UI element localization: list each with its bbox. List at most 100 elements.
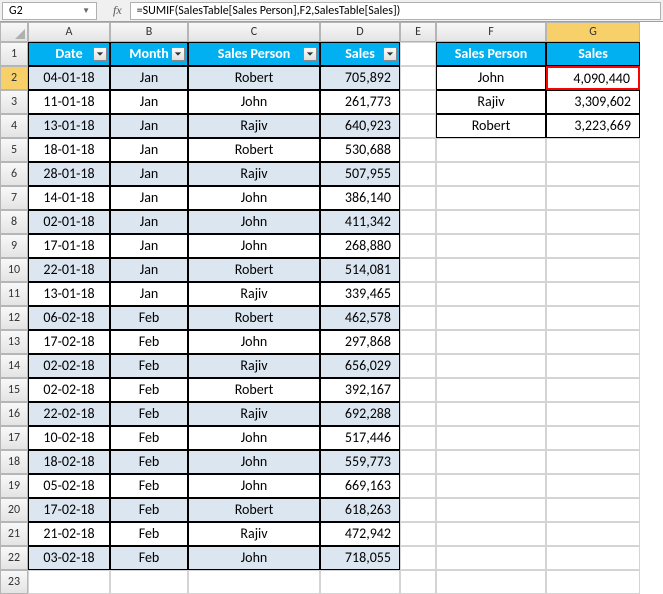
empty-cell[interactable] <box>436 522 546 546</box>
formula-bar[interactable]: =SUMIF(SalesTable[Sales Person],F2,Sales… <box>130 2 661 20</box>
table-cell[interactable]: Rajiv <box>188 522 320 546</box>
table-cell[interactable]: 18-01-18 <box>28 138 110 162</box>
table-cell[interactable]: Feb <box>110 402 188 426</box>
table-cell[interactable]: John <box>188 186 320 210</box>
table-cell[interactable]: 02-02-18 <box>28 378 110 402</box>
table-cell[interactable]: 692,288 <box>320 402 400 426</box>
row-header-3[interactable]: 3 <box>0 90 28 114</box>
table-cell[interactable]: 28-01-18 <box>28 162 110 186</box>
empty-cell[interactable] <box>436 282 546 306</box>
table-cell[interactable]: Jan <box>110 186 188 210</box>
empty-cell[interactable] <box>400 258 436 282</box>
select-all-corner[interactable] <box>0 22 28 42</box>
row-header-23[interactable]: 23 <box>0 570 28 594</box>
empty-cell[interactable] <box>546 354 640 378</box>
table-cell[interactable]: John <box>188 330 320 354</box>
empty-cell[interactable] <box>400 450 436 474</box>
empty-cell[interactable] <box>546 186 640 210</box>
row-header-7[interactable]: 7 <box>0 186 28 210</box>
column-header-A[interactable]: A <box>28 22 110 42</box>
row-header-10[interactable]: 10 <box>0 258 28 282</box>
name-box[interactable]: G2 ▼ <box>2 2 97 20</box>
empty-cell[interactable] <box>188 570 320 594</box>
empty-cell[interactable] <box>436 354 546 378</box>
empty-cell[interactable] <box>436 162 546 186</box>
table-cell[interactable]: Jan <box>110 90 188 114</box>
table-cell[interactable]: Rajiv <box>188 114 320 138</box>
table-cell[interactable]: 17-02-18 <box>28 498 110 522</box>
column-header-B[interactable]: B <box>110 22 188 42</box>
spreadsheet-grid[interactable]: ABCDEFG1DateMonthSales PersonSalesSales … <box>0 22 663 594</box>
table-cell[interactable]: 22-01-18 <box>28 258 110 282</box>
filter-dropdown-icon[interactable] <box>93 47 107 61</box>
empty-cell[interactable] <box>400 138 436 162</box>
empty-cell[interactable] <box>546 282 640 306</box>
table-cell[interactable]: 462,578 <box>320 306 400 330</box>
empty-cell[interactable] <box>436 570 546 594</box>
table-cell[interactable]: Rajiv <box>188 354 320 378</box>
empty-cell[interactable] <box>436 402 546 426</box>
empty-cell[interactable] <box>436 450 546 474</box>
empty-cell[interactable] <box>400 546 436 570</box>
empty-cell[interactable] <box>400 402 436 426</box>
table-cell[interactable]: Feb <box>110 378 188 402</box>
empty-cell[interactable] <box>400 306 436 330</box>
table-cell[interactable]: Feb <box>110 354 188 378</box>
empty-cell[interactable] <box>436 306 546 330</box>
table-cell[interactable]: Feb <box>110 426 188 450</box>
empty-cell[interactable] <box>546 138 640 162</box>
filter-dropdown-icon[interactable] <box>383 47 397 61</box>
row-header-21[interactable]: 21 <box>0 522 28 546</box>
table-cell[interactable]: 718,055 <box>320 546 400 570</box>
row-header-20[interactable]: 20 <box>0 498 28 522</box>
row-header-12[interactable]: 12 <box>0 306 28 330</box>
table-cell[interactable]: 705,892 <box>320 66 400 90</box>
table-cell[interactable]: Feb <box>110 306 188 330</box>
empty-cell[interactable] <box>436 210 546 234</box>
summary-cell[interactable]: Rajiv <box>436 90 546 114</box>
table-cell[interactable]: 06-02-18 <box>28 306 110 330</box>
table-cell[interactable]: 507,955 <box>320 162 400 186</box>
table-cell[interactable]: 297,868 <box>320 330 400 354</box>
table-cell[interactable]: 656,029 <box>320 354 400 378</box>
empty-cell[interactable] <box>436 378 546 402</box>
column-header-C[interactable]: C <box>188 22 320 42</box>
empty-cell[interactable] <box>400 114 436 138</box>
empty-cell[interactable] <box>546 306 640 330</box>
table-cell[interactable]: Rajiv <box>188 282 320 306</box>
table-header-sales-person[interactable]: Sales Person <box>188 42 320 66</box>
table-cell[interactable]: John <box>188 474 320 498</box>
table-cell[interactable]: Robert <box>188 306 320 330</box>
empty-cell[interactable] <box>400 522 436 546</box>
empty-cell[interactable] <box>546 426 640 450</box>
table-cell[interactable]: John <box>188 210 320 234</box>
table-cell[interactable]: Feb <box>110 546 188 570</box>
table-cell[interactable]: 04-01-18 <box>28 66 110 90</box>
empty-cell[interactable] <box>436 330 546 354</box>
column-header-E[interactable]: E <box>400 22 436 42</box>
row-header-6[interactable]: 6 <box>0 162 28 186</box>
table-cell[interactable]: John <box>188 234 320 258</box>
table-cell[interactable]: 17-01-18 <box>28 234 110 258</box>
table-cell[interactable]: 02-01-18 <box>28 210 110 234</box>
empty-cell[interactable] <box>546 450 640 474</box>
column-header-D[interactable]: D <box>320 22 400 42</box>
table-cell[interactable]: Jan <box>110 282 188 306</box>
row-header-19[interactable]: 19 <box>0 474 28 498</box>
table-cell[interactable]: Jan <box>110 258 188 282</box>
empty-cell[interactable] <box>400 42 436 66</box>
empty-cell[interactable] <box>546 546 640 570</box>
row-header-22[interactable]: 22 <box>0 546 28 570</box>
empty-cell[interactable] <box>546 234 640 258</box>
table-cell[interactable]: Jan <box>110 210 188 234</box>
table-cell[interactable]: Jan <box>110 234 188 258</box>
empty-cell[interactable] <box>546 522 640 546</box>
empty-cell[interactable] <box>436 138 546 162</box>
table-header-month[interactable]: Month <box>110 42 188 66</box>
empty-cell[interactable] <box>546 162 640 186</box>
summary-header-sales[interactable]: Sales <box>546 42 640 66</box>
empty-cell[interactable] <box>546 402 640 426</box>
table-cell[interactable]: 530,688 <box>320 138 400 162</box>
row-header-18[interactable]: 18 <box>0 450 28 474</box>
empty-cell[interactable] <box>400 210 436 234</box>
